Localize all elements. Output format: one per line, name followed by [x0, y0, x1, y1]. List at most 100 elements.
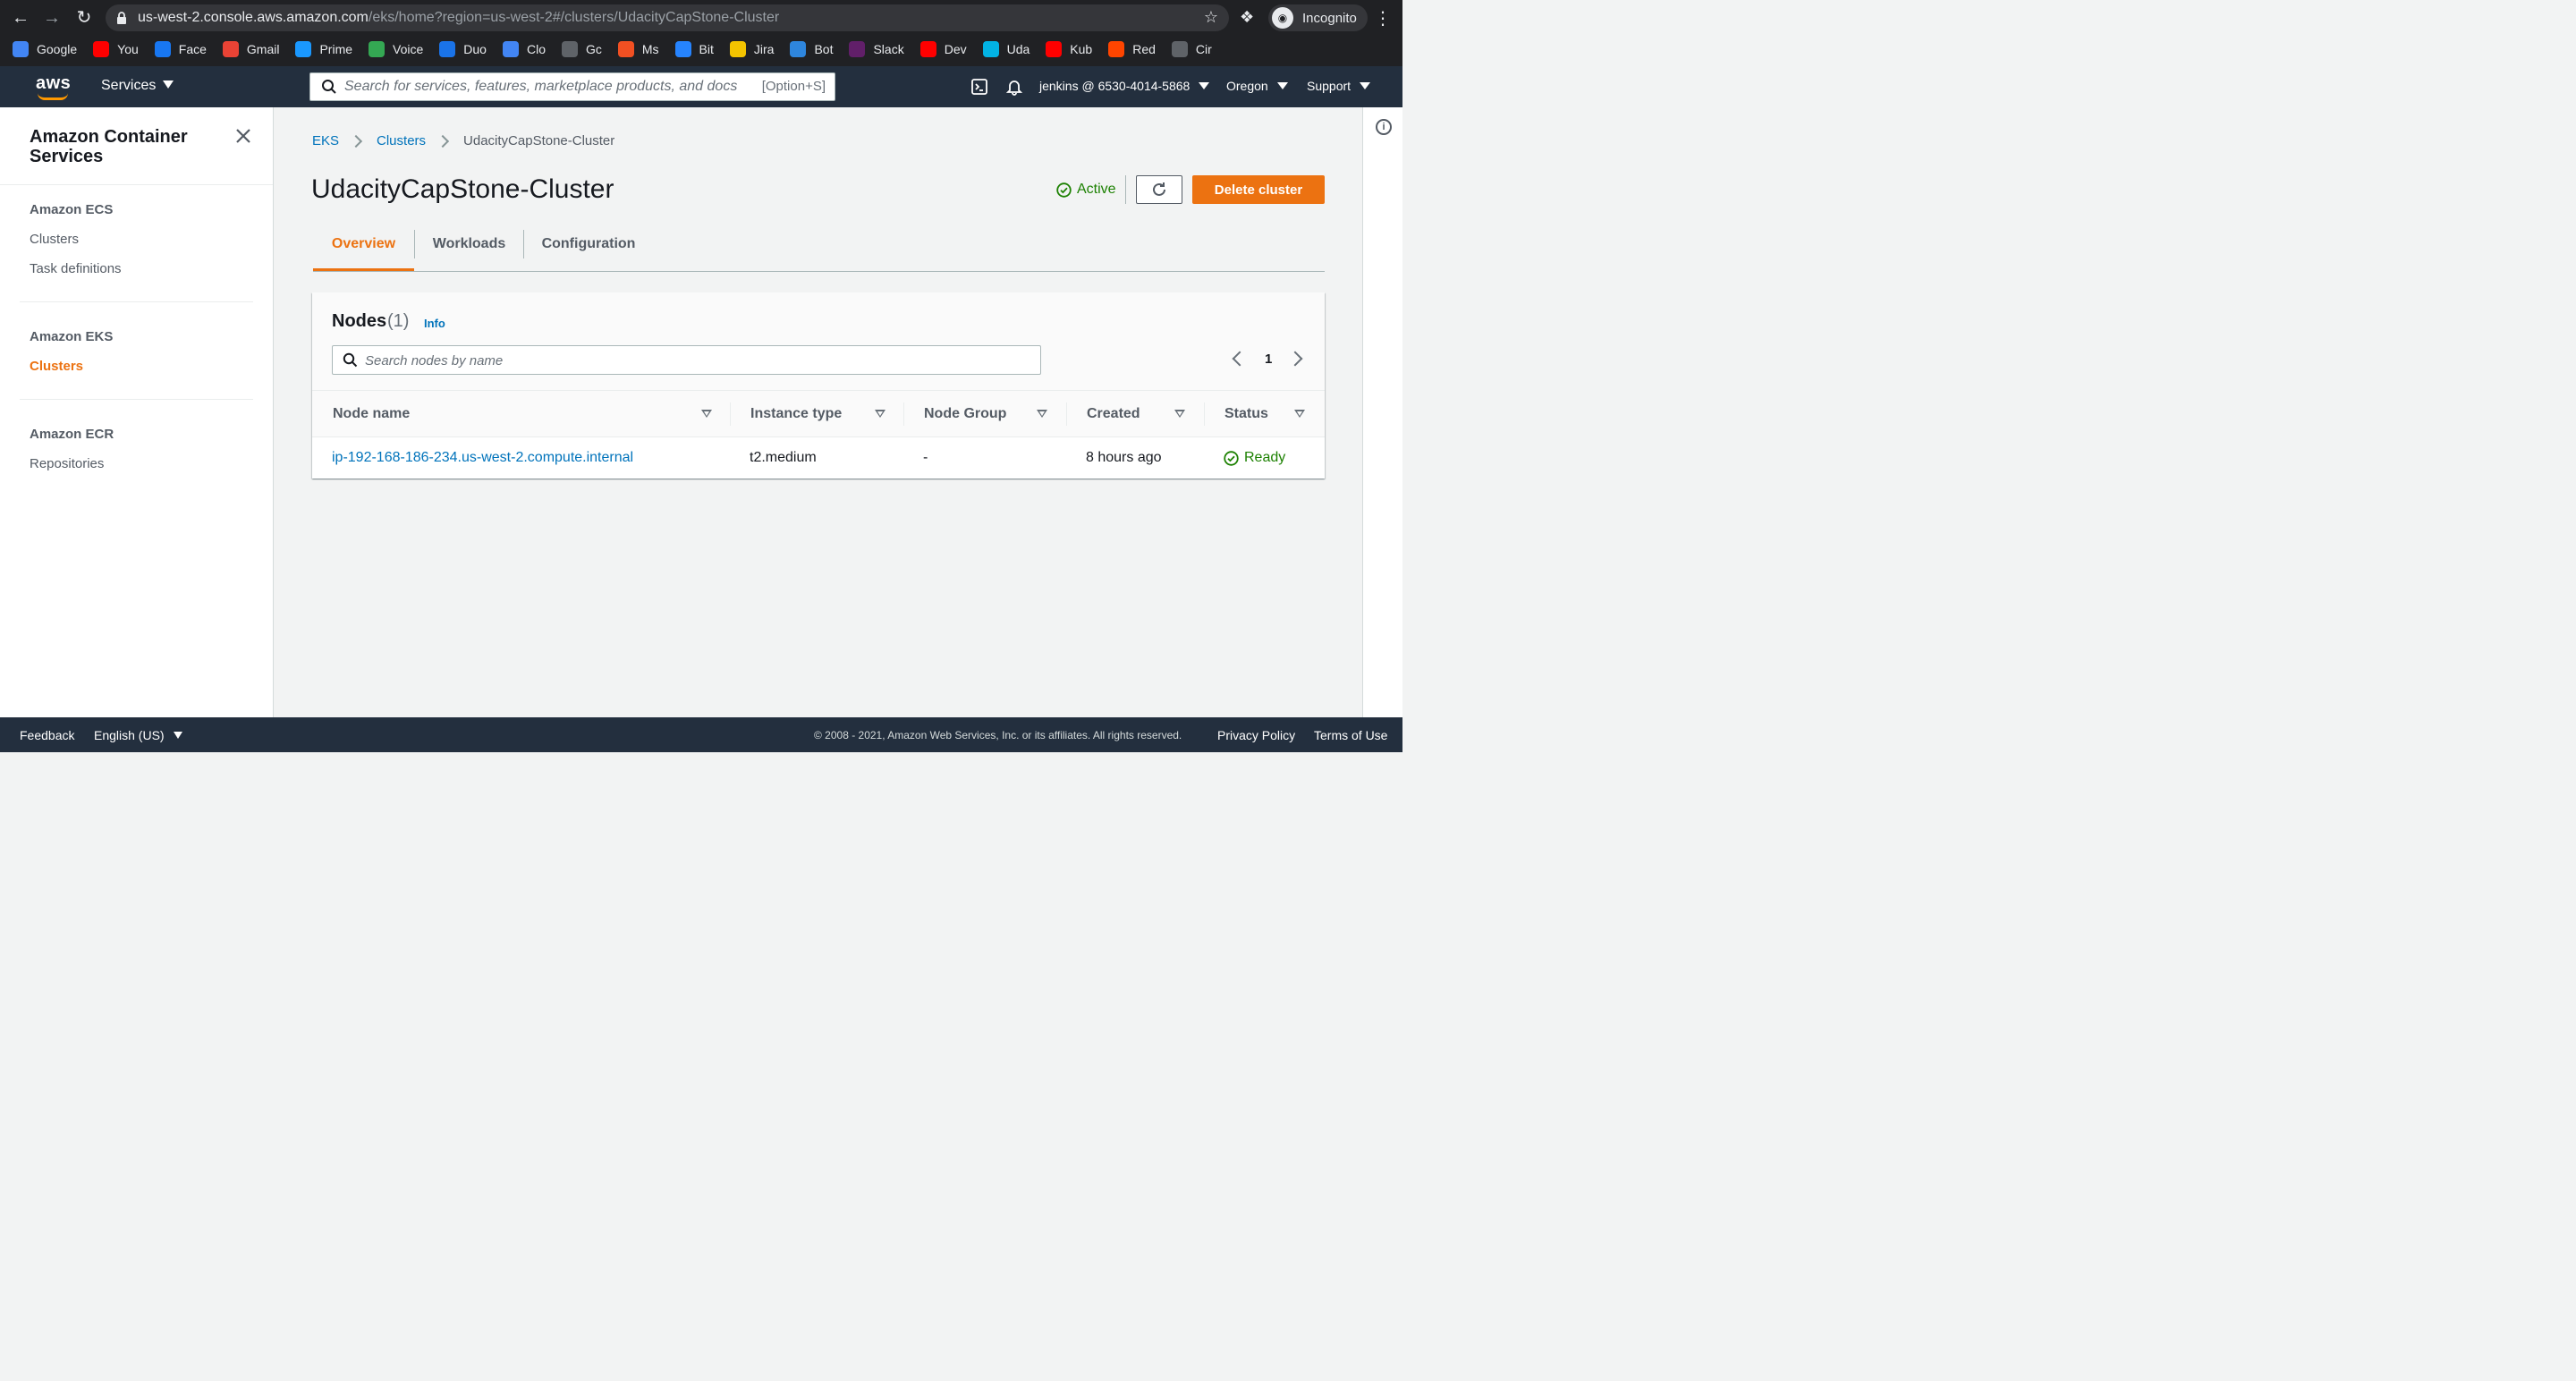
node-search[interactable]	[332, 345, 1041, 375]
services-menu[interactable]: Services	[101, 78, 174, 94]
bookmark-item[interactable]: Google	[13, 41, 77, 57]
tab-workloads[interactable]: Workloads	[415, 228, 523, 271]
column-divider[interactable]	[730, 402, 731, 426]
refresh-icon	[1153, 182, 1165, 196]
node-search-input[interactable]	[365, 351, 991, 370]
bookmark-item[interactable]: Jira	[729, 41, 774, 57]
bookmark-label: Kub	[1070, 42, 1093, 56]
reddit-icon	[1108, 41, 1125, 57]
gmail-icon	[222, 41, 239, 57]
bookmark-item[interactable]: Uda	[982, 41, 1030, 57]
bitbucket-icon	[674, 41, 691, 57]
breadcrumb-clusters[interactable]: Clusters	[377, 133, 426, 148]
youtube-icon	[919, 41, 936, 57]
circleci-icon	[1171, 41, 1188, 57]
chevron-right-icon	[349, 134, 363, 148]
global-search[interactable]: [Option+S]	[309, 72, 835, 101]
bookmark-item[interactable]: Prime	[295, 41, 352, 57]
bookmark-item[interactable]: Bot	[790, 41, 833, 57]
bell-icon[interactable]	[1005, 78, 1023, 96]
bookmark-item[interactable]: Slack	[849, 41, 904, 57]
browser-menu-icon[interactable]: ⋮	[1374, 7, 1392, 30]
incognito-badge[interactable]: ◉ Incognito	[1268, 4, 1368, 31]
facebook-icon	[154, 41, 171, 57]
nodes-title: Nodes	[332, 311, 387, 331]
bookmark-star-icon[interactable]: ☆	[1204, 8, 1218, 27]
youtube-icon	[93, 41, 110, 57]
aws-logo[interactable]: aws	[36, 73, 71, 100]
bookmark-item[interactable]: Red	[1108, 41, 1156, 57]
pagination-current-page[interactable]: 1	[1265, 352, 1272, 367]
bookmark-item[interactable]: Gmail	[222, 41, 280, 57]
bookmark-item[interactable]: Ms	[617, 41, 659, 57]
column-divider[interactable]	[1204, 402, 1205, 426]
column-header-node-group[interactable]: Node Group	[924, 406, 1006, 422]
tab-configuration[interactable]: Configuration	[524, 228, 653, 271]
language-selector[interactable]: English (US)	[94, 728, 182, 742]
bot-icon	[790, 41, 807, 57]
bookmark-item[interactable]: Bit	[674, 41, 714, 57]
sidebar-heading-ecr: Amazon ECR	[30, 427, 114, 442]
extensions-puzzle-icon[interactable]: ❖	[1240, 8, 1258, 26]
sidebar-item-repositories[interactable]: Repositories	[30, 456, 104, 471]
info-icon[interactable]: i	[1376, 119, 1392, 135]
help-panel-rail: i	[1362, 107, 1402, 717]
global-search-input[interactable]	[344, 77, 738, 97]
column-divider[interactable]	[903, 402, 904, 426]
sidebar-item-ecs-clusters[interactable]: Clusters	[30, 232, 79, 247]
pagination-next-icon[interactable]	[1287, 351, 1303, 367]
terms-of-use-link[interactable]: Terms of Use	[1314, 728, 1387, 742]
bookmark-item[interactable]: You	[93, 41, 139, 57]
search-shortcut: [Option+S]	[761, 79, 826, 94]
pagination-prev-icon[interactable]	[1232, 351, 1248, 367]
nodes-table-container: Nodes (1) Info 1 Node name Instance type…	[312, 292, 1325, 479]
tab-overview[interactable]: Overview	[313, 228, 414, 271]
bookmark-item[interactable]: Dev	[919, 41, 967, 57]
refresh-button[interactable]	[1136, 175, 1182, 204]
lock-icon	[117, 12, 126, 24]
bookmark-item[interactable]: Cir	[1171, 41, 1212, 57]
support-menu[interactable]: Support	[1307, 79, 1371, 93]
sidebar-item-eks-clusters[interactable]: Clusters	[30, 359, 83, 374]
sort-icon[interactable]	[875, 410, 886, 418]
udacity-icon	[982, 41, 999, 57]
privacy-policy-link[interactable]: Privacy Policy	[1217, 728, 1295, 742]
bookmark-label: Gmail	[246, 42, 280, 56]
account-menu[interactable]: jenkins @ 6530-4014-5868	[1039, 79, 1210, 93]
sort-icon[interactable]	[1037, 410, 1047, 418]
feedback-link[interactable]: Feedback	[20, 728, 74, 742]
breadcrumb-eks[interactable]: EKS	[312, 133, 339, 148]
bookmark-item[interactable]: Gc	[561, 41, 602, 57]
region-menu[interactable]: Oregon	[1226, 79, 1288, 93]
bookmark-label: Duo	[463, 42, 487, 56]
back-arrow-icon[interactable]: ←	[10, 7, 31, 29]
nodes-count: (1)	[387, 311, 410, 331]
bookmark-item[interactable]: Duo	[439, 41, 487, 57]
column-header-status[interactable]: Status	[1224, 406, 1268, 422]
bookmark-item[interactable]: Voice	[369, 41, 423, 57]
node-name-link[interactable]: ip-192-168-186-234.us-west-2.compute.int…	[332, 450, 633, 466]
jira-icon	[729, 41, 746, 57]
browser-chrome: ← → ↻ us-west-2.console.aws.amazon.com/e…	[0, 0, 1402, 66]
forward-arrow-icon[interactable]: →	[41, 7, 63, 29]
sidebar-item-task-definitions[interactable]: Task definitions	[30, 261, 122, 276]
nodes-info-link[interactable]: Info	[424, 317, 445, 330]
sort-icon[interactable]	[1174, 410, 1185, 418]
column-divider[interactable]	[1066, 402, 1067, 426]
bookmark-item[interactable]: Face	[154, 41, 207, 57]
sort-icon[interactable]	[1294, 410, 1305, 418]
reload-icon[interactable]: ↻	[73, 7, 95, 29]
url-text: us-west-2.console.aws.amazon.com/eks/hom…	[138, 10, 780, 25]
check-circle-icon	[1056, 182, 1072, 198]
sort-icon[interactable]	[701, 410, 712, 418]
column-header-node-name[interactable]: Node name	[333, 406, 410, 422]
nodes-header: Nodes (1) Info 1	[312, 292, 1325, 391]
close-icon[interactable]	[234, 127, 252, 145]
address-bar[interactable]: us-west-2.console.aws.amazon.com/eks/hom…	[106, 4, 1229, 31]
column-header-created[interactable]: Created	[1087, 406, 1140, 422]
bookmark-item[interactable]: Clo	[502, 41, 546, 57]
bookmark-item[interactable]: Kub	[1046, 41, 1092, 57]
cloudshell-icon[interactable]	[970, 78, 988, 96]
delete-cluster-button[interactable]: Delete cluster	[1192, 175, 1325, 204]
column-header-instance-type[interactable]: Instance type	[750, 406, 842, 422]
